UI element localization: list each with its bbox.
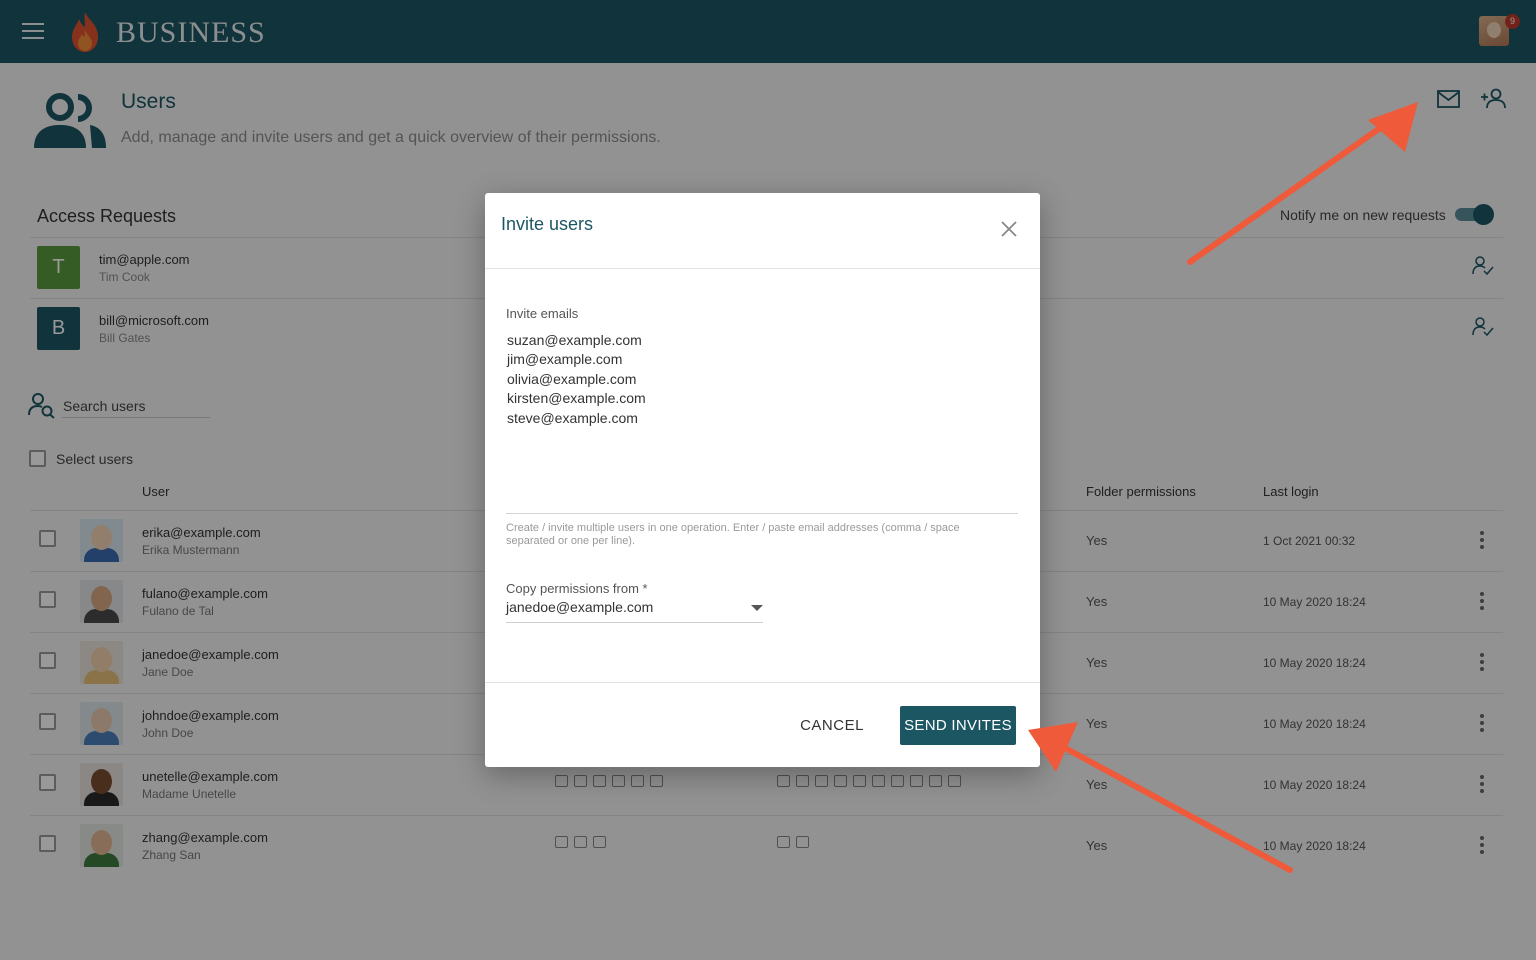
- close-icon[interactable]: [998, 218, 1020, 240]
- invite-emails-textarea[interactable]: suzan@example.com jim@example.com olivia…: [506, 331, 1018, 514]
- copy-permissions-label: Copy permissions from *: [506, 581, 648, 596]
- cancel-button[interactable]: CANCEL: [790, 707, 874, 743]
- invite-emails-helper: Create / invite multiple users in one op…: [506, 522, 960, 547]
- send-invites-button[interactable]: SEND INVITES: [900, 706, 1016, 745]
- copy-permissions-value: janedoe@example.com: [506, 599, 654, 615]
- dialog-header-divider: [485, 268, 1040, 269]
- dialog-footer-divider: [485, 682, 1040, 683]
- dialog-title: Invite users: [501, 214, 594, 234]
- copy-permissions-select[interactable]: janedoe@example.com: [506, 599, 763, 623]
- invite-emails-label: Invite emails: [506, 306, 579, 321]
- invite-users-dialog: Invite users Invite emails suzan@example…: [485, 193, 1040, 767]
- chevron-down-icon: [751, 605, 763, 611]
